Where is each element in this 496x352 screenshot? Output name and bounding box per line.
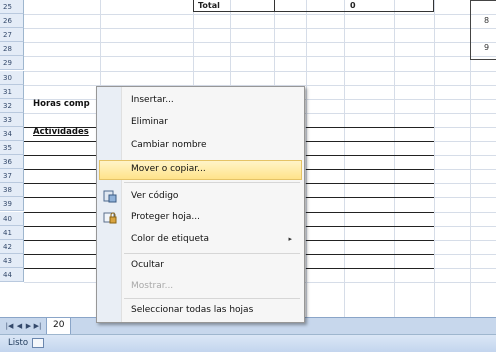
status-bar: Listo bbox=[0, 334, 496, 352]
column-gridline bbox=[306, 0, 307, 317]
row-header[interactable]: 25 bbox=[0, 0, 24, 14]
table-border bbox=[306, 155, 434, 156]
sheet-tab-active[interactable]: 20 bbox=[46, 318, 72, 335]
row-header[interactable]: 41 bbox=[0, 225, 24, 240]
menu-item-proteger-hoja[interactable]: Proteger hoja... bbox=[99, 208, 302, 228]
side-box bbox=[470, 0, 496, 60]
row-gridline bbox=[24, 70, 496, 72]
menu-item-eliminar[interactable]: Eliminar bbox=[99, 113, 302, 133]
menu-item-ocultar[interactable]: Ocultar bbox=[99, 256, 302, 276]
table-border bbox=[306, 141, 434, 142]
menu-item-label: Mostrar... bbox=[131, 281, 174, 291]
row-header[interactable]: 44 bbox=[0, 267, 24, 282]
menu-item-label: Proteger hoja... bbox=[131, 212, 200, 222]
row-header[interactable]: 38 bbox=[0, 183, 24, 198]
menu-item-label: Ver código bbox=[131, 191, 179, 201]
table-border bbox=[24, 169, 100, 170]
cell-actividades[interactable]: Actividades bbox=[33, 127, 89, 137]
column-gridline bbox=[344, 0, 345, 317]
menu-item-label: Cambiar nombre bbox=[131, 140, 207, 150]
row-header[interactable]: 36 bbox=[0, 155, 24, 170]
row-header[interactable]: 27 bbox=[0, 28, 24, 43]
menu-item-label: Mover o copiar... bbox=[131, 164, 206, 174]
next-sheet-icon[interactable]: ▶ bbox=[24, 321, 33, 331]
row-header[interactable]: 32 bbox=[0, 98, 24, 113]
sheet-tab-context-menu: Insertar... Eliminar Cambiar nombre Move… bbox=[96, 86, 305, 323]
row-header[interactable]: 42 bbox=[0, 239, 24, 254]
protect-sheet-icon bbox=[103, 211, 117, 224]
table-border bbox=[24, 226, 100, 227]
table-border bbox=[306, 254, 434, 255]
menu-item-mostrar: Mostrar... bbox=[99, 277, 302, 297]
menu-separator bbox=[124, 182, 300, 183]
table-border bbox=[306, 127, 434, 128]
row-header[interactable]: 34 bbox=[0, 126, 24, 141]
row-header[interactable]: 28 bbox=[0, 42, 24, 57]
table-border bbox=[24, 155, 100, 156]
menu-item-insertar[interactable]: Insertar... bbox=[99, 91, 302, 111]
row-header[interactable]: 33 bbox=[0, 112, 24, 127]
row-header[interactable]: 29 bbox=[0, 56, 24, 71]
menu-item-seleccionar-todas[interactable]: Seleccionar todas las hojas bbox=[99, 301, 302, 321]
menu-separator bbox=[124, 298, 300, 299]
row-headers: 25 26 27 28 29 30 31 32 33 34 35 36 37 38 39 40 41 42 43 44 bbox=[0, 0, 24, 317]
table-border bbox=[24, 268, 100, 269]
cell-horas[interactable]: Horas comp bbox=[33, 99, 90, 109]
side-label: 8 bbox=[484, 16, 490, 25]
row-header[interactable]: 40 bbox=[0, 211, 24, 226]
table-border bbox=[306, 268, 434, 269]
menu-item-cambiar-nombre[interactable]: Cambiar nombre bbox=[99, 136, 302, 156]
total-value: 0 bbox=[350, 1, 356, 10]
menu-item-label: Seleccionar todas las hojas bbox=[131, 305, 254, 315]
menu-item-mover-copiar[interactable]: Mover o copiar... bbox=[99, 160, 302, 180]
table-border bbox=[24, 183, 100, 184]
table-border bbox=[24, 197, 100, 198]
table-border bbox=[306, 226, 434, 227]
table-border bbox=[306, 183, 434, 184]
row-gridline bbox=[24, 14, 496, 16]
row-header[interactable]: 31 bbox=[0, 84, 24, 99]
menu-item-label: Ocultar bbox=[131, 260, 164, 270]
column-gridline bbox=[394, 0, 395, 317]
menu-item-label: Color de etiqueta bbox=[131, 234, 210, 244]
first-sheet-icon[interactable]: |◀ bbox=[5, 321, 14, 331]
menu-item-label: Eliminar bbox=[131, 117, 168, 127]
table-border bbox=[24, 212, 100, 213]
row-header[interactable]: 43 bbox=[0, 253, 24, 268]
row-header[interactable]: 39 bbox=[0, 197, 24, 212]
total-divider bbox=[274, 0, 275, 12]
total-label: Total bbox=[198, 1, 220, 10]
table-border bbox=[306, 169, 434, 170]
side-label: 9 bbox=[484, 43, 490, 52]
macro-record-icon[interactable] bbox=[32, 338, 44, 348]
row-header[interactable]: 37 bbox=[0, 169, 24, 184]
row-header[interactable]: 35 bbox=[0, 141, 24, 155]
table-border bbox=[24, 141, 100, 142]
menu-separator bbox=[124, 253, 300, 254]
table-border bbox=[24, 254, 100, 255]
row-gridline bbox=[24, 56, 496, 58]
table-border bbox=[306, 212, 434, 213]
menu-item-color-etiqueta[interactable]: Color de etiqueta ▸ bbox=[99, 230, 302, 250]
table-border bbox=[306, 240, 434, 241]
table-border bbox=[24, 240, 100, 241]
row-header[interactable]: 30 bbox=[0, 70, 24, 85]
row-gridline bbox=[24, 42, 496, 44]
view-code-icon bbox=[103, 190, 117, 203]
row-header[interactable]: 26 bbox=[0, 14, 24, 29]
row-gridline bbox=[24, 28, 496, 30]
status-text: Listo bbox=[8, 338, 29, 348]
submenu-arrow-icon: ▸ bbox=[288, 235, 292, 243]
menu-item-ver-codigo[interactable]: Ver código bbox=[99, 187, 302, 207]
column-gridline bbox=[434, 0, 435, 317]
menu-item-label: Insertar... bbox=[131, 95, 174, 105]
last-sheet-icon[interactable]: ▶| bbox=[33, 321, 42, 331]
total-box bbox=[193, 0, 434, 12]
table-border bbox=[306, 197, 434, 198]
previous-sheet-icon[interactable]: ◀ bbox=[15, 321, 24, 331]
